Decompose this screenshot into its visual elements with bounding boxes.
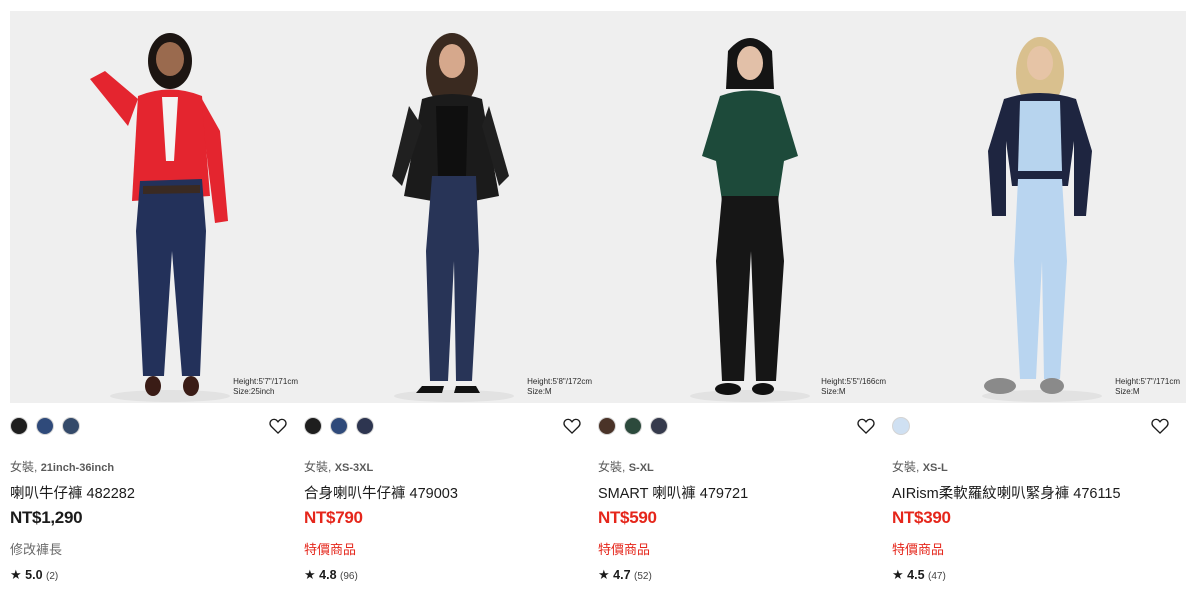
model-height: Height:5'7"/171cm (1115, 377, 1180, 386)
product-grid: Height:5'7"/171cm Size:25inch 女裝, 21inch… (10, 11, 1186, 591)
size-range: XS-3XL (334, 462, 374, 474)
product-price: NT$390 (892, 508, 951, 527)
color-swatch[interactable] (62, 417, 80, 435)
favorite-heart-icon[interactable] (856, 416, 876, 436)
star-icon: ★ (598, 567, 610, 582)
review-count: (96) (340, 571, 358, 582)
color-swatch[interactable] (356, 417, 374, 435)
product-image[interactable]: Height:5'7"/171cm Size:M (892, 11, 1186, 403)
star-icon: ★ (304, 567, 316, 582)
star-icon: ★ (892, 567, 904, 582)
model-photo (10, 11, 304, 403)
product-card[interactable]: Height:5'7"/171cm Size:M 女裝, XS-L AIRism… (892, 11, 1186, 591)
model-photo (892, 11, 1186, 403)
model-photo (598, 11, 892, 403)
sale-flag: 特價商品 (598, 542, 651, 557)
color-swatch[interactable] (624, 417, 642, 435)
gender-label: 女裝, (10, 460, 38, 474)
category-size-range: 女裝, 21inch-36inch (10, 458, 114, 475)
sale-flag: 特價商品 (304, 542, 357, 557)
size-range: S-XL (628, 462, 654, 474)
product-rating: ★ 4.5 (47) (892, 567, 946, 583)
product-name[interactable]: 合身喇叭牛仔褲 479003 (304, 482, 458, 503)
sale-flag: 特價商品 (892, 542, 945, 557)
product-image[interactable]: Height:5'8"/172cm Size:M (304, 11, 598, 403)
product-price: NT$790 (304, 508, 363, 527)
product-image[interactable]: Height:5'5"/166cm Size:M (598, 11, 892, 403)
rating-score: 4.7 (613, 568, 631, 582)
size-range: 21inch-36inch (40, 462, 115, 474)
model-photo (304, 11, 598, 403)
category-size-range: 女裝, XS-3XL (304, 458, 373, 475)
color-swatches (598, 416, 878, 436)
product-price: NT$1,290 (10, 508, 83, 527)
gender-label: 女裝, (304, 460, 332, 474)
category-size-range: 女裝, S-XL (598, 458, 654, 475)
review-count: (47) (928, 571, 946, 582)
favorite-heart-icon[interactable] (562, 416, 582, 436)
color-swatch[interactable] (330, 417, 348, 435)
product-card[interactable]: Height:5'7"/171cm Size:25inch 女裝, 21inch… (10, 11, 304, 591)
product-name[interactable]: AIRism柔軟羅紋喇叭緊身褲 476115 (892, 482, 1121, 503)
model-size-info: Height:5'5"/166cm Size:M (821, 377, 886, 397)
product-rating: ★ 4.8 (96) (304, 567, 358, 583)
favorite-heart-icon[interactable] (268, 416, 288, 436)
model-size: Size:M (527, 387, 552, 396)
product-name[interactable]: SMART 喇叭褲 479721 (598, 482, 748, 503)
product-rating: ★ 4.7 (52) (598, 567, 652, 583)
model-height: Height:5'5"/166cm (821, 377, 886, 386)
color-swatches (304, 416, 584, 436)
color-swatch[interactable] (892, 417, 910, 435)
color-swatch[interactable] (304, 417, 322, 435)
product-card[interactable]: Height:5'8"/172cm Size:M 女裝, XS-3XL 合身喇叭… (304, 11, 598, 591)
color-swatch[interactable] (650, 417, 668, 435)
model-size: Size:25inch (233, 387, 275, 396)
model-size-info: Height:5'8"/172cm Size:M (527, 377, 592, 397)
size-range: XS-L (922, 462, 948, 474)
color-swatches (10, 416, 290, 436)
category-size-range: 女裝, XS-L (892, 458, 948, 475)
product-rating: ★ 5.0 (2) (10, 567, 58, 583)
review-count: (2) (46, 571, 59, 582)
rating-score: 4.5 (907, 568, 925, 582)
model-size-info: Height:5'7"/171cm Size:25inch (233, 377, 298, 397)
color-swatch[interactable] (598, 417, 616, 435)
model-height: Height:5'7"/171cm (233, 377, 298, 386)
product-name[interactable]: 喇叭牛仔褲 482282 (10, 482, 135, 503)
model-size-info: Height:5'7"/171cm Size:M (1115, 377, 1180, 397)
favorite-heart-icon[interactable] (1150, 416, 1170, 436)
model-size: Size:M (1115, 387, 1140, 396)
rating-score: 5.0 (25, 568, 43, 582)
model-size: Size:M (821, 387, 846, 396)
color-swatch[interactable] (36, 417, 54, 435)
product-card[interactable]: Height:5'5"/166cm Size:M 女裝, S-XL SMART … (598, 11, 892, 591)
alteration-note: 修改褲長 (10, 542, 63, 557)
review-count: (52) (634, 571, 652, 582)
rating-score: 4.8 (319, 568, 337, 582)
model-height: Height:5'8"/172cm (527, 377, 592, 386)
gender-label: 女裝, (892, 460, 920, 474)
product-image[interactable]: Height:5'7"/171cm Size:25inch (10, 11, 304, 403)
color-swatches (892, 416, 1172, 436)
gender-label: 女裝, (598, 460, 626, 474)
color-swatch[interactable] (10, 417, 28, 435)
star-icon: ★ (10, 567, 22, 582)
product-price: NT$590 (598, 508, 657, 527)
